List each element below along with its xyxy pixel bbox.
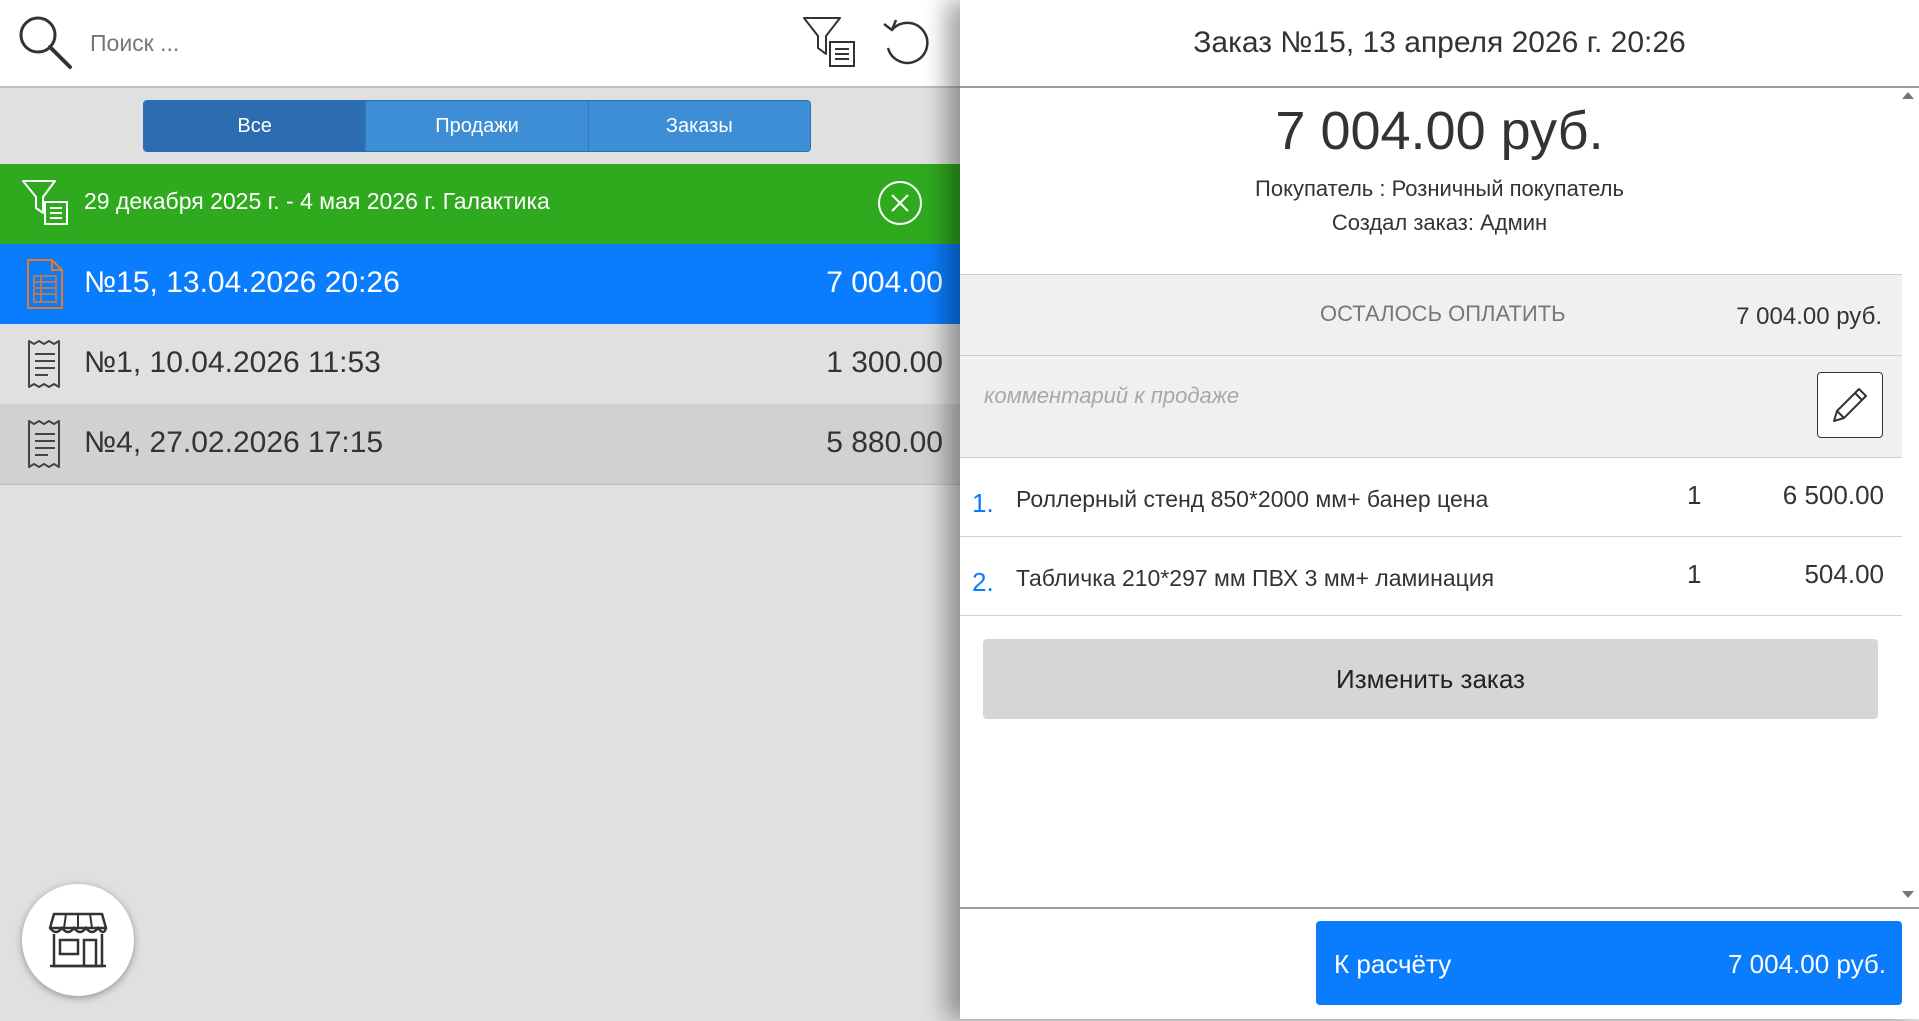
item-name: Роллерный стенд 850*2000 мм+ банер цена [1016, 486, 1489, 512]
checkout-label: К расчёту [1334, 949, 1452, 979]
remaining-value: 7 004.00 руб. [1736, 303, 1882, 330]
list-item-amount: 7 004.00 [826, 266, 943, 299]
edit-order-button[interactable]: Изменить заказ [983, 639, 1878, 719]
item-name: Табличка 210*297 мм ПВХ 3 мм+ ламинация [1016, 565, 1495, 591]
list-item-amount: 5 880.00 [826, 426, 943, 459]
store-icon [48, 912, 108, 968]
pencil-icon [1833, 388, 1867, 422]
scroll-up-arrow[interactable] [1902, 92, 1914, 99]
order-title: Заказ №15, 13 апреля 2026 г. 20:26 [1193, 26, 1686, 59]
order-item[interactable]: 1. Роллерный стенд 850*2000 мм+ банер це… [960, 458, 1902, 537]
tab-orders[interactable]: Заказы [588, 101, 810, 151]
list-item[interactable]: №4, 27.02.2026 17:15 5 880.00 [0, 404, 960, 485]
filter-list-icon [22, 180, 68, 225]
clear-filter-icon[interactable] [877, 180, 923, 226]
order-total: 7 004.00 руб. [1275, 101, 1604, 161]
list-item[interactable]: №1, 10.04.2026 11:53 1 300.00 [0, 324, 960, 405]
list-item[interactable]: №15, 13.04.2026 20:26 7 004.00 [0, 244, 960, 325]
search-icon[interactable] [16, 13, 74, 71]
comment-row [960, 356, 1902, 458]
orders-list-pane: Все Продажи Заказы 29 декабря 2025 г. - … [0, 0, 960, 1019]
order-item[interactable]: 2. Табличка 210*297 мм ПВХ 3 мм+ ламинац… [960, 537, 1902, 616]
list-item-title: №15, 13.04.2026 20:26 [84, 266, 400, 299]
store-button[interactable] [22, 884, 134, 996]
refresh-icon[interactable] [878, 14, 934, 70]
receipt-icon [28, 420, 60, 468]
remaining-payment-row: ОСТАЛОСЬ ОПЛАТИТЬ 7 004.00 руб. [960, 274, 1902, 356]
type-filter-tabs: Все Продажи Заказы [143, 100, 811, 152]
item-quantity: 1 [1687, 559, 1702, 589]
item-price: 504.00 [1804, 559, 1884, 589]
filter-description: 29 декабря 2025 г. - 4 мая 2026 г. Галак… [84, 188, 550, 214]
list-item-amount: 1 300.00 [826, 346, 943, 379]
receipt-icon [28, 340, 60, 388]
list-item-title: №4, 27.02.2026 17:15 [84, 426, 384, 459]
filter-list-icon[interactable] [800, 14, 860, 70]
list-item-title: №1, 10.04.2026 11:53 [84, 346, 381, 379]
order-footer: К расчёту 7 004.00 руб. [960, 907, 1919, 1021]
search-input[interactable] [88, 22, 692, 64]
order-details-pane: Заказ №15, 13 апреля 2026 г. 20:26 7 004… [960, 0, 1919, 1019]
search-toolbar [0, 0, 960, 88]
scroll-down-arrow[interactable] [1902, 891, 1914, 898]
active-filter-bar[interactable]: 29 декабря 2025 г. - 4 мая 2026 г. Галак… [0, 164, 960, 244]
comment-input[interactable] [982, 378, 1766, 414]
item-price: 6 500.00 [1782, 480, 1884, 510]
item-number: 2. [972, 567, 994, 597]
item-quantity: 1 [1687, 480, 1702, 510]
order-doc-icon [27, 259, 63, 309]
tab-sales[interactable]: Продажи [366, 101, 589, 151]
remaining-label: ОСТАЛОСЬ ОПЛАТИТЬ [1320, 301, 1566, 326]
item-number: 1. [972, 488, 994, 518]
creator-label: Создал заказ: Админ [1331, 210, 1548, 235]
buyer-label: Покупатель : Розничный покупатель [1255, 176, 1624, 201]
tab-all[interactable]: Все [144, 101, 367, 151]
order-header: Заказ №15, 13 апреля 2026 г. 20:26 [960, 0, 1919, 88]
edit-comment-button[interactable] [1817, 372, 1883, 438]
checkout-amount: 7 004.00 руб. [1727, 949, 1886, 979]
checkout-button[interactable]: К расчёту 7 004.00 руб. [1316, 921, 1902, 1005]
